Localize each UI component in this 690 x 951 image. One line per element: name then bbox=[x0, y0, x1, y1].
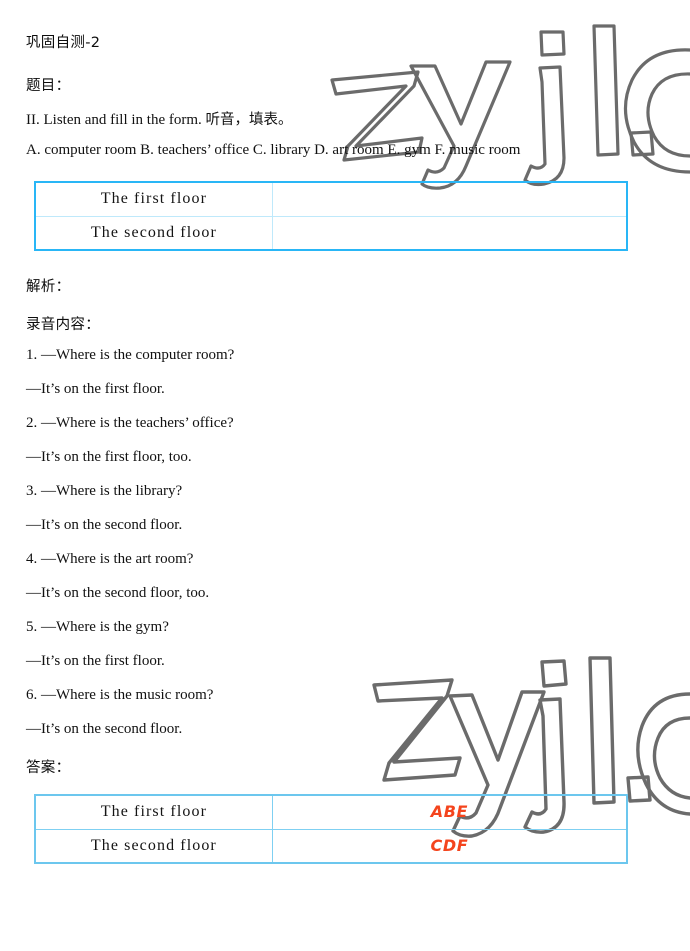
watermark-top bbox=[318, 18, 690, 203]
transcript-line-12: —It’s on the second floor. bbox=[26, 721, 183, 737]
instruction-chinese: 听音，填表。 bbox=[205, 112, 293, 128]
answer-row-label-second-floor: The second floor bbox=[35, 828, 273, 863]
transcript-line-2: —It’s on the first floor. bbox=[26, 381, 165, 397]
answer-value-second-floor: CDF bbox=[430, 835, 469, 855]
row-label-second-floor: The second floor bbox=[35, 215, 273, 250]
answer-row-label-first-floor: The first floor bbox=[35, 795, 273, 830]
answer-row-value-first-floor: ABE bbox=[271, 795, 627, 830]
transcript-line-4: —It’s on the first floor, too. bbox=[26, 449, 192, 465]
document-page: 巩固自测-2 题目： II. Listen and fill in the fo… bbox=[0, 0, 690, 951]
transcript-line-3: 2. —Where is the teachers’ office? bbox=[26, 415, 234, 431]
page-title: 巩固自测-2 bbox=[26, 35, 101, 51]
transcript-line-11: 6. —Where is the music room? bbox=[26, 687, 214, 703]
instruction-english: II. Listen and fill in the form. bbox=[26, 112, 206, 128]
transcript-line-5: 3. —Where is the library? bbox=[26, 483, 183, 499]
blank-floor-table: The first floor The second floor bbox=[34, 181, 628, 251]
row-label-first-floor: The first floor bbox=[35, 182, 273, 217]
row-value-first-floor[interactable] bbox=[271, 182, 627, 217]
answer-value-first-floor: ABE bbox=[430, 802, 469, 822]
table-row: The first floor ABE bbox=[35, 795, 627, 830]
analysis-label: 解析： bbox=[26, 279, 71, 295]
answer-floor-table: The first floor ABE The second floor CDF bbox=[34, 794, 628, 864]
answer-label: 答案： bbox=[26, 760, 71, 776]
table-row: The second floor bbox=[35, 215, 627, 250]
options-line: A. computer room B. teachers’ office C. … bbox=[26, 142, 521, 158]
transcript-line-7: 4. —Where is the art room? bbox=[26, 551, 194, 567]
transcript-line-9: 5. —Where is the gym? bbox=[26, 619, 169, 635]
transcript-line-6: —It’s on the second floor. bbox=[26, 517, 183, 533]
question-label: 题目： bbox=[26, 78, 71, 94]
transcript-label: 录音内容： bbox=[26, 317, 100, 333]
instruction-line: II. Listen and fill in the form. 听音，填表。 bbox=[26, 108, 293, 129]
table-row: The second floor CDF bbox=[35, 828, 627, 863]
answer-row-value-second-floor: CDF bbox=[271, 828, 627, 863]
table-row: The first floor bbox=[35, 182, 627, 217]
transcript-line-8: —It’s on the second floor, too. bbox=[26, 585, 210, 601]
transcript-line-1: 1. —Where is the computer room? bbox=[26, 347, 235, 363]
transcript-line-10: —It’s on the first floor. bbox=[26, 653, 165, 669]
row-value-second-floor[interactable] bbox=[271, 215, 627, 250]
